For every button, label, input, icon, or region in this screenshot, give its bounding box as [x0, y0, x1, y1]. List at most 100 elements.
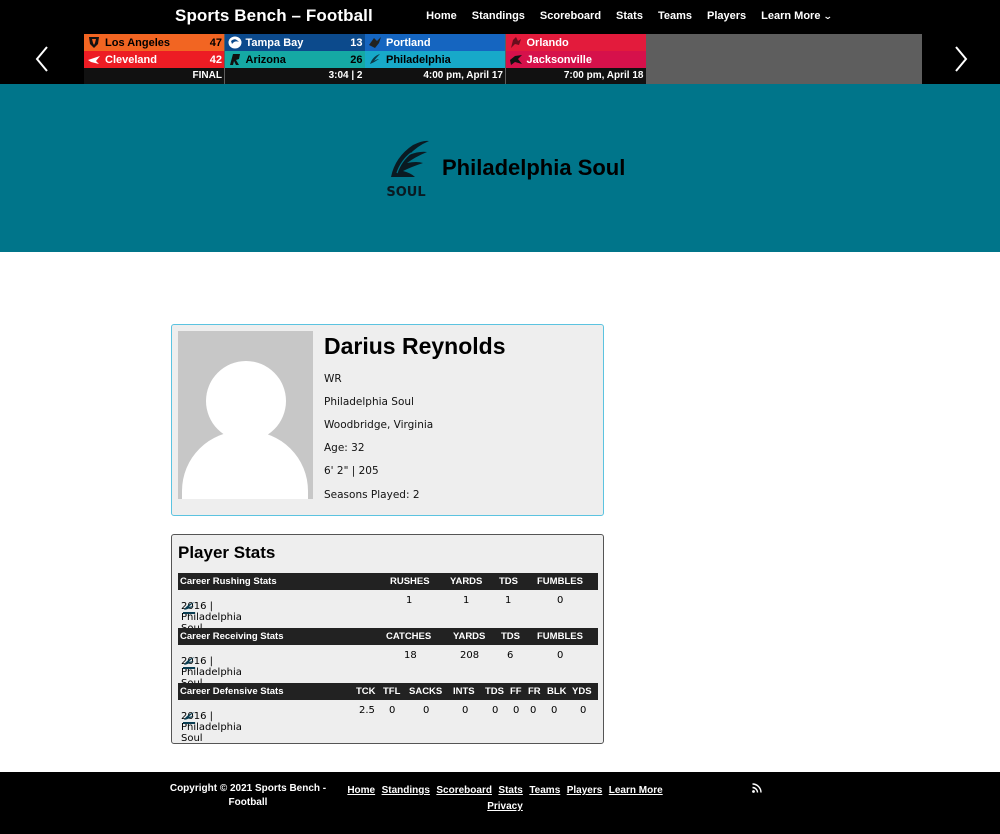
philadelphia-soul-logo-icon: SOUL: [386, 140, 429, 199]
player-height-weight: 6' 2" | 205: [324, 465, 379, 477]
rss-icon[interactable]: [752, 783, 762, 793]
column-header: TFL: [383, 686, 401, 697]
column-header: SACKS: [409, 686, 443, 697]
team-name: Tampa Bay: [245, 36, 304, 49]
game-status: 7:00 pm, April 18: [505, 68, 646, 84]
philadelphia-logo-icon: [368, 53, 382, 66]
los-angeles-logo-icon: [87, 36, 101, 49]
footer-link-stats[interactable]: Stats: [498, 785, 522, 796]
stats-title: Player Stats: [178, 543, 276, 562]
stat-cell: 1: [463, 595, 470, 606]
copyright-text: Copyright © 2021 Sports Bench - Football: [169, 783, 327, 808]
nav-players[interactable]: Players: [707, 10, 746, 22]
column-header: INTS: [453, 686, 475, 697]
team-name: Philadelphia: [386, 53, 451, 66]
team-name: Orlando: [526, 36, 569, 49]
table-header: Career Rushing Stats RUSHES YARDS TDS FU…: [178, 573, 598, 590]
column-header: BLK: [547, 686, 567, 697]
game-status: 3:04 | 2: [224, 68, 365, 84]
nav-standings[interactable]: Standings: [472, 10, 525, 22]
stat-cell: 18: [404, 650, 417, 661]
footer-nav: Home Standings Scoreboard Stats Teams Pl…: [340, 782, 670, 814]
stat-cell: 1: [406, 595, 413, 606]
portland-logo-icon: [368, 36, 382, 49]
jacksonville-logo-icon: [509, 53, 523, 66]
ticker-home-team: Arizona 26: [224, 51, 365, 68]
column-header: FF: [510, 686, 522, 697]
column-header: TCK: [356, 686, 376, 697]
ticker-next-button[interactable]: [922, 34, 1000, 84]
footer-link-players[interactable]: Players: [567, 785, 603, 796]
team-name-heading: Philadelphia Soul: [442, 155, 626, 180]
avatar-body: [182, 431, 308, 499]
nav-learn-more[interactable]: Learn More ⌄: [761, 10, 833, 22]
footer-link-home[interactable]: Home: [347, 785, 375, 796]
receiving-stats-table: Career Receiving Stats CATCHES YARDS TDS…: [178, 628, 598, 689]
team-score: 47: [209, 36, 222, 49]
footer-link-standings[interactable]: Standings: [382, 785, 430, 796]
ticker-home-team: Cleveland 42: [84, 51, 224, 68]
stat-cell: 0: [557, 650, 564, 661]
player-team[interactable]: Philadelphia Soul: [324, 396, 414, 408]
column-header: YDS: [572, 686, 592, 697]
orlando-logo-icon: [509, 36, 523, 49]
avatar-head: [206, 361, 286, 441]
stat-cell: 6: [507, 650, 514, 661]
ticker-away-team: Portland: [365, 34, 505, 51]
site-title[interactable]: Sports Bench – Football: [175, 6, 373, 26]
table-heading: Career Receiving Stats: [180, 631, 284, 642]
stat-cell: 0: [513, 705, 520, 716]
main-nav: Home Standings Scoreboard Stats Teams Pl…: [426, 10, 833, 22]
player-stats-box: Player Stats Career Rushing Stats RUSHES…: [171, 534, 604, 744]
philadelphia-soul-logo-icon: [181, 711, 197, 726]
column-header: YARDS: [453, 631, 486, 642]
player-position: WR: [324, 373, 342, 385]
nav-home[interactable]: Home: [426, 10, 457, 22]
nav-scoreboard[interactable]: Scoreboard: [540, 10, 601, 22]
stat-cell: 0: [462, 705, 469, 716]
ticker-game[interactable]: Orlando Jacksonville 7:00 pm, April 18: [505, 34, 646, 84]
column-header: YARDS: [450, 576, 483, 587]
ticker-away-team: Los Angeles 47: [84, 34, 224, 51]
footer-link-teams[interactable]: Teams: [529, 785, 560, 796]
philadelphia-soul-logo-icon: [181, 656, 197, 671]
ticker-home-team: Philadelphia: [365, 51, 505, 68]
ticker-game[interactable]: Tampa Bay 13 Arizona 26 3:04 | 2: [224, 34, 365, 84]
player-card: Darius Reynolds WR Philadelphia Soul Woo…: [171, 324, 604, 516]
table-heading: Career Defensive Stats: [180, 686, 284, 697]
top-bar: Sports Bench – Football Home Standings S…: [0, 0, 1000, 84]
site-footer: Copyright © 2021 Sports Bench - Football…: [0, 772, 1000, 834]
footer-link-privacy[interactable]: Privacy: [487, 801, 523, 812]
footer-link-learn-more[interactable]: Learn More: [609, 785, 663, 796]
column-header: TDS: [485, 686, 504, 697]
game-status: 4:00 pm, April 17: [365, 68, 505, 84]
stat-cell: 0: [530, 705, 537, 716]
ticker-prev-button[interactable]: [0, 34, 84, 84]
table-header: Career Defensive Stats TCK TFL SACKS INT…: [178, 683, 598, 700]
ticker-game[interactable]: Los Angeles 47 Cleveland 42 FINAL: [84, 34, 224, 84]
column-header: FR: [528, 686, 541, 697]
team-name: Los Angeles: [105, 36, 170, 49]
stat-cell: 2.5: [359, 705, 375, 716]
ticker-game[interactable]: Portland Philadelphia 4:00 pm, April 17: [365, 34, 505, 84]
team-name: Cleveland: [105, 53, 157, 66]
player-hometown: Woodbridge, Virginia: [324, 419, 434, 431]
team-name: Arizona: [245, 53, 286, 66]
player-age: Age: 32: [324, 442, 365, 454]
table-row: 2016 | Philadelphia Soul 2.5 0 0 0 0 0 0…: [178, 700, 598, 744]
table-row: 2016 | Philadelphia Soul 18 208 6 0: [178, 645, 598, 689]
ticker-away-team: Orlando: [505, 34, 646, 51]
ticker-home-team: Jacksonville: [505, 51, 646, 68]
team-name: Jacksonville: [526, 53, 592, 66]
nav-teams[interactable]: Teams: [658, 10, 692, 22]
stat-cell: 0: [551, 705, 558, 716]
chevron-right-icon: [955, 46, 968, 72]
column-header: CATCHES: [386, 631, 432, 642]
column-header: FUMBLES: [537, 576, 583, 587]
footer-link-scoreboard[interactable]: Scoreboard: [436, 785, 492, 796]
nav-stats[interactable]: Stats: [616, 10, 643, 22]
table-header: Career Receiving Stats CATCHES YARDS TDS…: [178, 628, 598, 645]
team-name: Portland: [386, 36, 431, 49]
scores-ticker: Los Angeles 47 Cleveland 42 FINAL Tampa …: [84, 34, 922, 84]
chevron-left-icon: [35, 46, 48, 72]
